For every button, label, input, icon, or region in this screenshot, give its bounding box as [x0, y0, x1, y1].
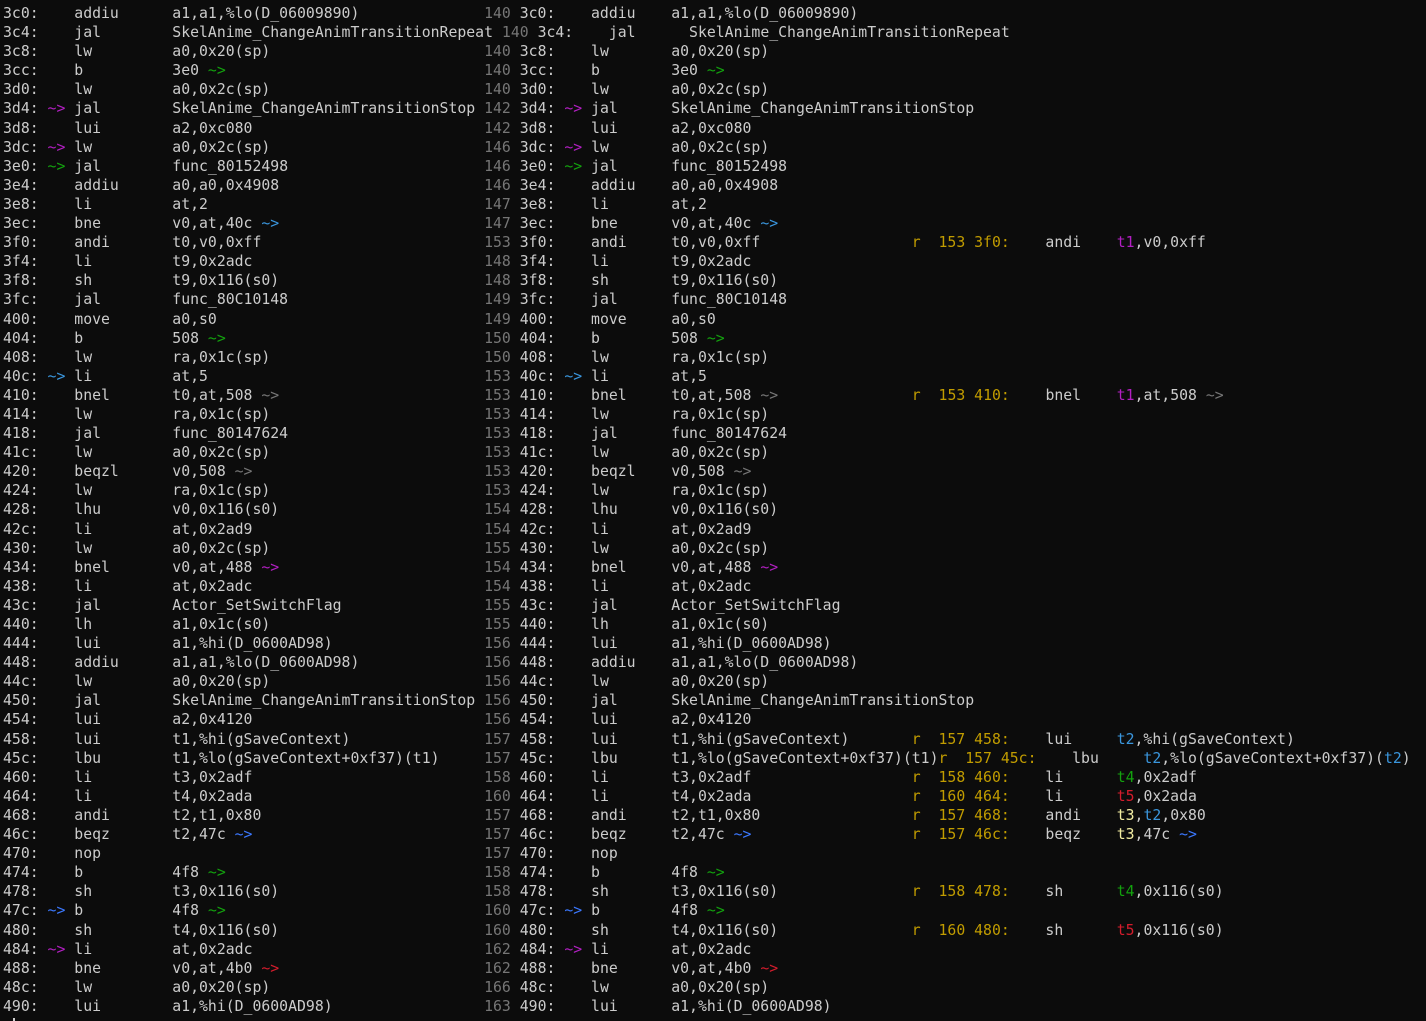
- terminal-window: 3c0: addiu a1,a1,%lo(D_06009890) 140 3c0…: [0, 0, 1426, 1021]
- asm-line-3dc: 3dc: ~> lw a0,0x2c(sp) 146 3dc: ~> lw a0…: [3, 138, 1411, 157]
- asm-line-3e4: 3e4: addiu a0,a0,0x4908 146 3e4: addiu a…: [3, 176, 1411, 195]
- asm-line-3d4: 3d4: ~> jal SkelAnime_ChangeAnimTransiti…: [3, 99, 1411, 118]
- asm-line-47c: 47c: ~> b 4f8 ~> 160 47c: ~> b 4f8 ~>: [3, 901, 1411, 920]
- asm-line-46c: 46c: beqz t2,47c ~> 157 46c: beqz t2,47c…: [3, 825, 1411, 844]
- asm-line-474: 474: b 4f8 ~> 158 474: b 4f8 ~>: [3, 863, 1411, 882]
- asm-line-48c: 48c: lw a0,0x20(sp) 166 48c: lw a0,0x20(…: [3, 978, 1411, 997]
- asm-line-488: 488: bne v0,at,4b0 ~> 162 488: bne v0,at…: [3, 959, 1411, 978]
- asm-line-41c: 41c: lw a0,0x2c(sp) 153 41c: lw a0,0x2c(…: [3, 443, 1411, 462]
- asm-line-40c: 40c: ~> li at,5 153 40c: ~> li at,5: [3, 367, 1411, 386]
- asm-line-3f4: 3f4: li t9,0x2adc 148 3f4: li t9,0x2adc: [3, 252, 1411, 271]
- asm-line-468: 468: andi t2,t1,0x80 157 468: andi t2,t1…: [3, 806, 1411, 825]
- prompt-line: .: [3, 1016, 1411, 1021]
- asm-line-440: 440: lh a1,0x1c(s0) 155 440: lh a1,0x1c(…: [3, 615, 1411, 634]
- asm-line-404: 404: b 508 ~> 150 404: b 508 ~>: [3, 329, 1411, 348]
- asm-line-43c: 43c: jal Actor_SetSwitchFlag 155 43c: ja…: [3, 596, 1411, 615]
- asm-line-470: 470: nop 157 470: nop: [3, 844, 1411, 863]
- asm-line-444: 444: lui a1,%hi(D_0600AD98) 156 444: lui…: [3, 634, 1411, 653]
- asm-line-410: 410: bnel t0,at,508 ~> 153 410: bnel t0,…: [3, 386, 1411, 405]
- asm-line-3c0: 3c0: addiu a1,a1,%lo(D_06009890) 140 3c0…: [3, 4, 1411, 23]
- asm-line-448: 448: addiu a1,a1,%lo(D_0600AD98) 156 448…: [3, 653, 1411, 672]
- asm-line-454: 454: lui a2,0x4120 156 454: lui a2,0x412…: [3, 710, 1411, 729]
- asm-line-428: 428: lhu v0,0x116(s0) 154 428: lhu v0,0x…: [3, 500, 1411, 519]
- asm-line-408: 408: lw ra,0x1c(sp) 150 408: lw ra,0x1c(…: [3, 348, 1411, 367]
- asm-line-3c4: 3c4: jal SkelAnime_ChangeAnimTransitionR…: [3, 23, 1411, 42]
- asm-line-3ec: 3ec: bne v0,at,40c ~> 147 3ec: bne v0,at…: [3, 214, 1411, 233]
- asm-line-3d8: 3d8: lui a2,0xc080 142 3d8: lui a2,0xc08…: [3, 119, 1411, 138]
- asm-line-478: 478: sh t3,0x116(s0) 158 478: sh t3,0x11…: [3, 882, 1411, 901]
- asm-line-3e0: 3e0: ~> jal func_80152498 146 3e0: ~> ja…: [3, 157, 1411, 176]
- asm-line-3f0: 3f0: andi t0,v0,0xff 153 3f0: andi t0,v0…: [3, 233, 1411, 252]
- asm-line-3d0: 3d0: lw a0,0x2c(sp) 140 3d0: lw a0,0x2c(…: [3, 80, 1411, 99]
- asm-line-3fc: 3fc: jal func_80C10148 149 3fc: jal func…: [3, 290, 1411, 309]
- asm-line-460: 460: li t3,0x2adf 158 460: li t3,0x2adf …: [3, 768, 1411, 787]
- asm-line-458: 458: lui t1,%hi(gSaveContext) 157 458: l…: [3, 730, 1411, 749]
- asm-line-400: 400: move a0,s0 149 400: move a0,s0: [3, 310, 1411, 329]
- asm-line-3cc: 3cc: b 3e0 ~> 140 3cc: b 3e0 ~>: [3, 61, 1411, 80]
- asm-line-418: 418: jal func_80147624 153 418: jal func…: [3, 424, 1411, 443]
- asm-line-424: 424: lw ra,0x1c(sp) 153 424: lw ra,0x1c(…: [3, 481, 1411, 500]
- asm-line-490: 490: lui a1,%hi(D_0600AD98) 163 490: lui…: [3, 997, 1411, 1016]
- asm-line-484: 484: ~> li at,0x2adc 162 484: ~> li at,0…: [3, 940, 1411, 959]
- asm-line-3f8: 3f8: sh t9,0x116(s0) 148 3f8: sh t9,0x11…: [3, 271, 1411, 290]
- asm-line-450: 450: jal SkelAnime_ChangeAnimTransitionS…: [3, 691, 1411, 710]
- asm-line-434: 434: bnel v0,at,488 ~> 154 434: bnel v0,…: [3, 558, 1411, 577]
- asm-line-3c8: 3c8: lw a0,0x20(sp) 140 3c8: lw a0,0x20(…: [3, 42, 1411, 61]
- asm-line-438: 438: li at,0x2adc 154 438: li at,0x2adc: [3, 577, 1411, 596]
- asm-line-430: 430: lw a0,0x2c(sp) 155 430: lw a0,0x2c(…: [3, 539, 1411, 558]
- prompt-char: .: [3, 1017, 12, 1021]
- asm-line-480: 480: sh t4,0x116(s0) 160 480: sh t4,0x11…: [3, 921, 1411, 940]
- asm-line-45c: 45c: lbu t1,%lo(gSaveContext+0xf37)(t1) …: [3, 749, 1411, 768]
- asm-line-42c: 42c: li at,0x2ad9 154 42c: li at,0x2ad9: [3, 520, 1411, 539]
- asm-line-464: 464: li t4,0x2ada 160 464: li t4,0x2ada …: [3, 787, 1411, 806]
- asm-line-420: 420: beqzl v0,508 ~> 153 420: beqzl v0,5…: [3, 462, 1411, 481]
- asm-diff-output[interactable]: 3c0: addiu a1,a1,%lo(D_06009890) 140 3c0…: [3, 4, 1411, 1021]
- asm-line-44c: 44c: lw a0,0x20(sp) 156 44c: lw a0,0x20(…: [3, 672, 1411, 691]
- asm-line-414: 414: lw ra,0x1c(sp) 153 414: lw ra,0x1c(…: [3, 405, 1411, 424]
- asm-line-3e8: 3e8: li at,2 147 3e8: li at,2: [3, 195, 1411, 214]
